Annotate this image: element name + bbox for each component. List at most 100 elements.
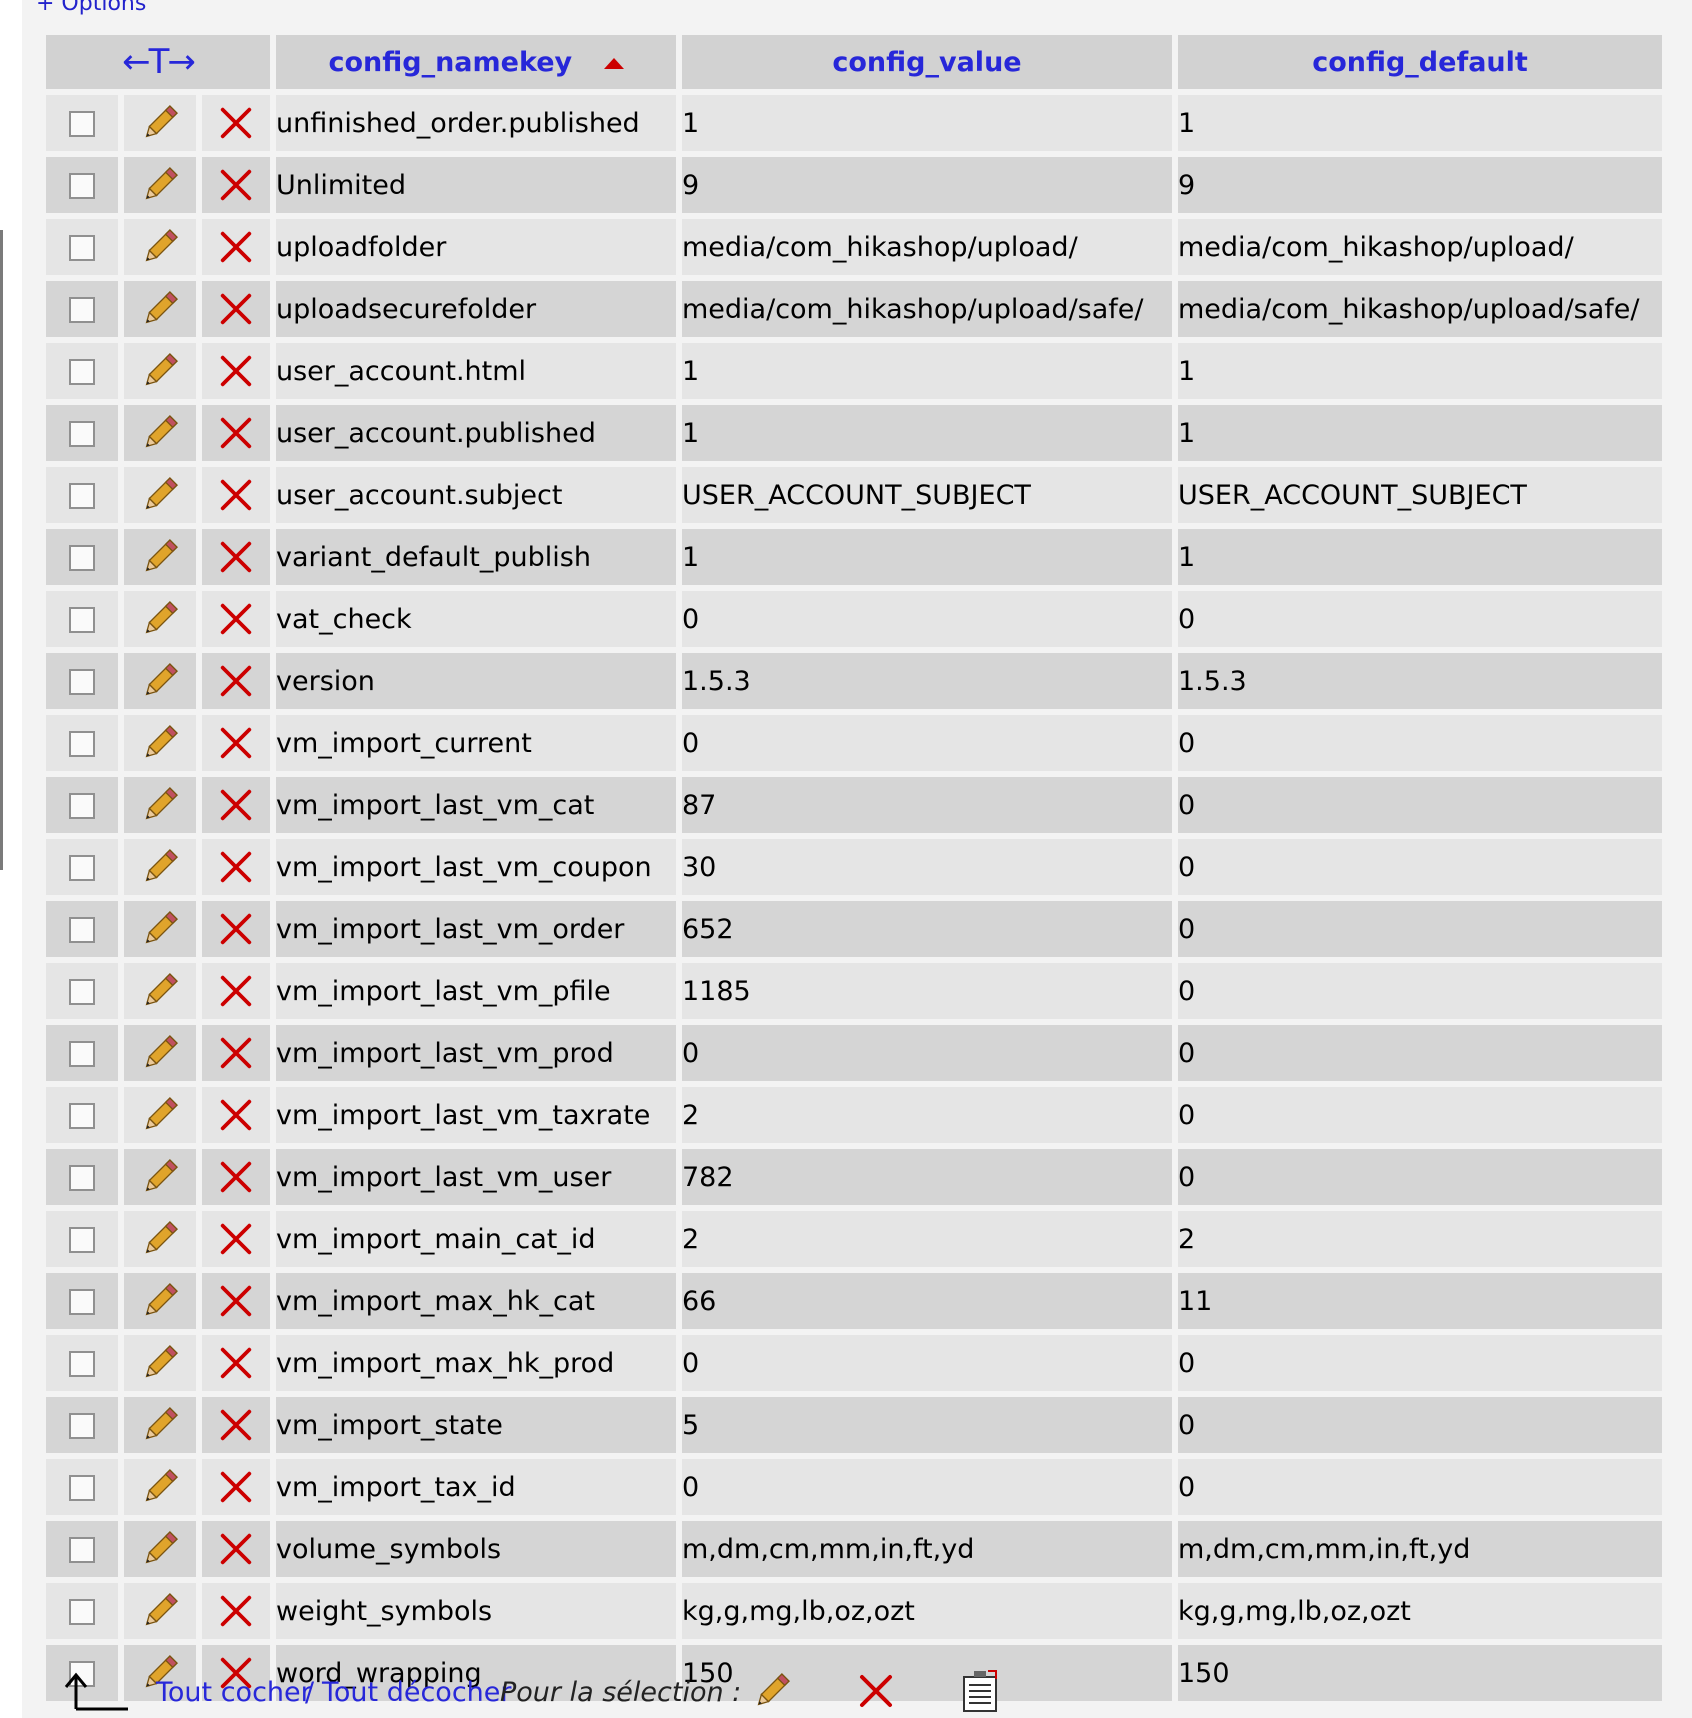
delete-x-icon[interactable] [217,1099,255,1131]
delete-x-icon[interactable] [217,1223,255,1255]
edit-pencil-icon[interactable] [138,601,182,634]
delete-x-icon[interactable] [217,851,255,883]
table-row: vm_import_max_hk_prod 0 0 [46,1335,1662,1391]
cell-config-value: 0 [682,715,1172,771]
check-all-link[interactable]: Tout cocher [156,1677,312,1708]
delete-x-icon[interactable] [217,1471,255,1503]
edit-pencil-icon[interactable] [138,477,182,510]
delete-x-icon[interactable] [217,107,255,139]
edit-pencil-icon[interactable] [138,1283,182,1316]
sort-link-value[interactable]: config_value [832,47,1021,78]
left-scrollbar[interactable] [0,230,3,870]
row-checkbox[interactable] [69,359,95,385]
delete-x-icon[interactable] [217,1409,255,1441]
delete-x-icon[interactable] [217,603,255,635]
row-checkbox[interactable] [69,607,95,633]
row-checkbox[interactable] [69,1041,95,1067]
edit-pencil-icon[interactable] [138,787,182,820]
column-resizer-header[interactable]: ←T→ [46,35,270,89]
delete-x-icon[interactable] [217,975,255,1007]
delete-x-icon[interactable] [217,169,255,201]
edit-pencil-icon[interactable] [138,849,182,882]
delete-x-icon[interactable] [217,913,255,945]
row-checkbox[interactable] [69,545,95,571]
row-checkbox[interactable] [69,1475,95,1501]
delete-cell [202,1459,270,1515]
delete-x-icon[interactable] [217,417,255,449]
cell-config-value: 1185 [682,963,1172,1019]
edit-pencil-icon[interactable] [138,353,182,386]
row-checkbox[interactable] [69,1289,95,1315]
header-config-value[interactable]: config_value [682,35,1172,89]
uncheck-all-link[interactable]: Tout décocher [322,1677,512,1708]
sort-link-default[interactable]: config_default [1312,47,1528,78]
bulk-delete-icon[interactable] [856,1671,896,1711]
row-checkbox[interactable] [69,917,95,943]
delete-x-icon[interactable] [217,665,255,697]
row-checkbox-cell [46,1149,118,1205]
delete-x-icon[interactable] [217,231,255,263]
delete-x-icon[interactable] [217,1285,255,1317]
row-checkbox[interactable] [69,235,95,261]
row-checkbox[interactable] [69,1537,95,1563]
delete-x-icon[interactable] [217,293,255,325]
row-checkbox[interactable] [69,855,95,881]
edit-pencil-icon[interactable] [138,229,182,262]
edit-pencil-icon[interactable] [138,1345,182,1378]
delete-x-icon[interactable] [217,1533,255,1565]
row-checkbox[interactable] [69,483,95,509]
header-config-default[interactable]: config_default [1178,35,1662,89]
edit-pencil-icon[interactable] [138,1593,182,1626]
delete-x-icon[interactable] [217,1347,255,1379]
delete-x-icon[interactable] [217,1161,255,1193]
header-config-namekey[interactable]: config_namekey [276,35,676,89]
row-checkbox[interactable] [69,1351,95,1377]
edit-pencil-icon[interactable] [138,1469,182,1502]
edit-pencil-icon[interactable] [138,1159,182,1192]
row-checkbox[interactable] [69,793,95,819]
delete-x-icon[interactable] [217,1595,255,1627]
row-checkbox[interactable] [69,1413,95,1439]
edit-pencil-icon[interactable] [138,167,182,200]
row-checkbox[interactable] [69,731,95,757]
delete-x-icon[interactable] [217,1037,255,1069]
row-checkbox[interactable] [69,1599,95,1625]
edit-pencil-icon[interactable] [138,725,182,758]
edit-pencil-icon[interactable] [138,911,182,944]
with-selected-label: Pour la sélection : [500,1677,742,1708]
row-checkbox[interactable] [69,421,95,447]
edit-pencil-icon[interactable] [138,1097,182,1130]
edit-pencil-icon[interactable] [138,539,182,572]
edit-pencil-icon[interactable] [138,973,182,1006]
bulk-edit-pencil-icon[interactable] [750,1669,794,1713]
sort-link-namekey[interactable]: config_namekey [328,47,572,78]
options-link[interactable]: + Options [36,0,146,16]
edit-pencil-icon[interactable] [138,1035,182,1068]
delete-x-icon[interactable] [217,541,255,573]
edit-pencil-icon[interactable] [138,291,182,324]
row-checkbox-cell [46,1025,118,1081]
row-checkbox[interactable] [69,1165,95,1191]
row-checkbox[interactable] [69,173,95,199]
row-checkbox[interactable] [69,1103,95,1129]
delete-x-icon[interactable] [217,727,255,759]
row-checkbox[interactable] [69,297,95,323]
delete-x-icon[interactable] [217,479,255,511]
edit-pencil-icon[interactable] [138,1407,182,1440]
edit-pencil-icon[interactable] [138,1221,182,1254]
row-checkbox[interactable] [69,111,95,137]
row-checkbox-cell [46,591,118,647]
edit-cell [124,1459,196,1515]
edit-pencil-icon[interactable] [138,105,182,138]
delete-x-icon[interactable] [217,789,255,821]
row-checkbox[interactable] [69,979,95,1005]
edit-pencil-icon[interactable] [138,663,182,696]
edit-pencil-icon[interactable] [138,1531,182,1564]
edit-pencil-icon[interactable] [138,415,182,448]
row-checkbox[interactable] [69,1227,95,1253]
export-icon[interactable] [960,1669,1000,1713]
column-resizer-icon[interactable]: ←T→ [122,42,196,82]
row-checkbox[interactable] [69,669,95,695]
delete-x-icon[interactable] [217,355,255,387]
delete-cell [202,405,270,461]
